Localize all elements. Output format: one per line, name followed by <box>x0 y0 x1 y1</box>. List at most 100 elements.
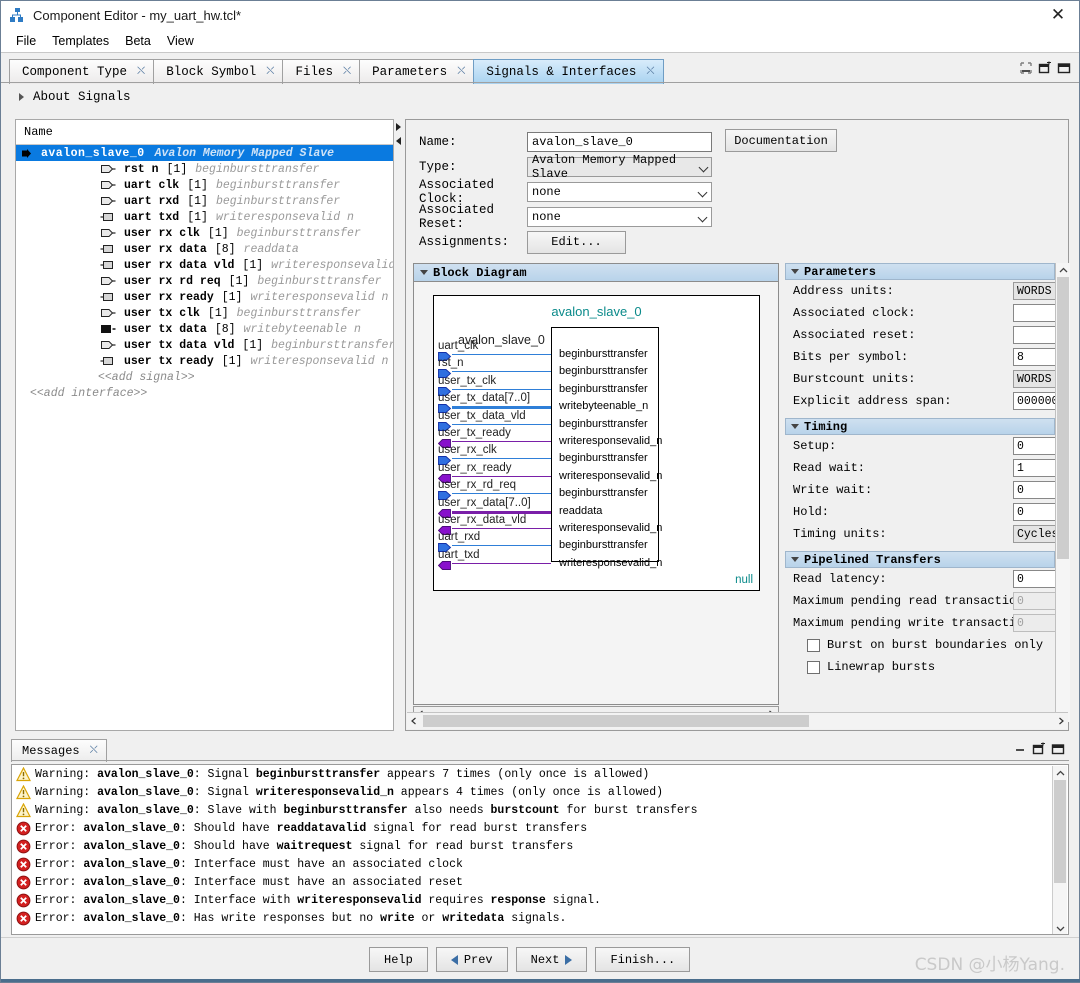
splitter-collapse-right-icon[interactable] <box>396 123 401 131</box>
parameter-value[interactable] <box>1013 326 1055 344</box>
tree-row-signal[interactable]: user rx ready [1] writeresponsevalid n <box>16 289 393 305</box>
tree-row-signal[interactable]: user rx clk [1] beginbursttransfer <box>16 225 393 241</box>
tree-row-interface-avalon-slave-0[interactable]: avalon_slave_0 Avalon Memory Mapped Slav… <box>16 145 393 161</box>
add-signal-link[interactable]: <<add signal>> <box>16 369 393 385</box>
tab-close-icon[interactable]: ⛌ <box>266 66 274 78</box>
message-row[interactable]: Error: avalon_slave_0: Interface must ha… <box>12 873 1068 891</box>
tree-row-signal[interactable]: user tx ready [1] writeresponsevalid n <box>16 353 393 369</box>
parameter-value[interactable] <box>1013 304 1055 322</box>
block-port-role-label: beginbursttransfer <box>559 452 648 465</box>
timing-section-header[interactable]: Timing <box>785 418 1055 435</box>
menu-templates[interactable]: Templates <box>44 32 117 50</box>
float-panel-icon[interactable] <box>1032 742 1046 756</box>
tab-close-icon[interactable]: ⛌ <box>90 745 98 757</box>
tab-label: Block Symbol <box>166 65 257 79</box>
timing-value[interactable]: Cycles <box>1013 525 1055 543</box>
messages-vscrollbar[interactable] <box>1052 766 1067 934</box>
pipelined-checkbox-row[interactable]: Linewrap bursts <box>785 656 1055 678</box>
message-row[interactable]: Warning: avalon_slave_0: Signal writeres… <box>12 783 1068 801</box>
pipelined-value[interactable]: 0 <box>1013 570 1055 588</box>
parameters-section-header[interactable]: Parameters <box>785 263 1055 280</box>
tree-row-signal[interactable]: user tx data [8] writebyteenable n <box>16 321 393 337</box>
scroll-right-icon[interactable] <box>1057 714 1065 728</box>
help-button[interactable]: Help <box>369 947 428 972</box>
associated-reset-select[interactable]: none <box>527 207 712 227</box>
tree-row-signal[interactable]: user tx clk [1] beginbursttransfer <box>16 305 393 321</box>
message-row[interactable]: Error: avalon_slave_0: Has write respons… <box>12 909 1068 927</box>
scrollbar-thumb[interactable] <box>423 715 809 727</box>
tab-close-icon[interactable]: ⛌ <box>343 66 351 78</box>
add-interface-link[interactable]: <<add interface>> <box>16 385 393 401</box>
maximize-panel-icon[interactable] <box>1057 61 1071 75</box>
message-row[interactable]: Warning: avalon_slave_0: Signal beginbur… <box>12 765 1068 783</box>
assignments-edit-button[interactable]: Edit... <box>527 230 626 254</box>
block-diagram-section-header[interactable]: Block Diagram <box>414 264 778 282</box>
timing-value[interactable]: 0 <box>1013 437 1055 455</box>
tree-row-signal[interactable]: user tx data vld [1] beginbursttransfer <box>16 337 393 353</box>
parameter-value[interactable]: WORDS <box>1013 282 1055 300</box>
scroll-down-icon[interactable] <box>1053 921 1067 934</box>
scroll-up-icon[interactable] <box>1053 766 1067 780</box>
menu-file[interactable]: File <box>8 32 44 50</box>
tab-signals-and-interfaces[interactable]: Signals & Interfaces ⛌ <box>473 59 664 84</box>
tab-parameters[interactable]: Parameters ⛌ <box>359 59 475 84</box>
prev-button[interactable]: Prev <box>435 947 508 972</box>
parameter-value[interactable]: 8 <box>1013 348 1055 366</box>
tree-row-signal[interactable]: uart rxd [1] beginbursttransfer <box>16 193 393 209</box>
tree-row-signal[interactable]: uart clk [1] beginbursttransfer <box>16 177 393 193</box>
pane-splitter[interactable] <box>394 119 405 731</box>
parameter-value[interactable]: 000000 <box>1013 392 1055 410</box>
tab-close-icon[interactable]: ⛌ <box>457 66 465 78</box>
interface-name-input[interactable]: avalon_slave_0 <box>527 132 712 152</box>
tab-component-type[interactable]: Component Type ⛌ <box>9 59 155 84</box>
splitter-collapse-left-icon[interactable] <box>396 137 401 145</box>
documentation-button[interactable]: Documentation <box>725 129 837 152</box>
scrollbar-thumb[interactable] <box>1054 780 1066 883</box>
block-diagram-canvas: avalon_slave_0 avalon_slave_0 uart_clk be… <box>433 295 760 591</box>
interface-expanded-icon[interactable] <box>22 148 35 158</box>
message-row[interactable]: Error: avalon_slave_0: Should have waitr… <box>12 837 1068 855</box>
minimize-panel-icon[interactable] <box>1019 61 1033 75</box>
message-row[interactable]: Warning: avalon_slave_0: Slave with begi… <box>12 801 1068 819</box>
tree-row-signal[interactable]: rst n [1] beginbursttransfer <box>16 161 393 177</box>
checkbox-icon[interactable] <box>807 660 820 674</box>
messages-tab[interactable]: Messages ⛌ <box>11 739 107 762</box>
detail-panel-hscrollbar[interactable] <box>407 712 1068 729</box>
tab-close-icon[interactable]: ⛌ <box>137 66 145 78</box>
timing-value[interactable]: 0 <box>1013 481 1055 499</box>
float-panel-icon[interactable] <box>1038 61 1052 75</box>
maximize-panel-icon[interactable] <box>1051 742 1065 756</box>
associated-clock-select[interactable]: none <box>527 182 712 202</box>
menu-view[interactable]: View <box>159 32 202 50</box>
scroll-up-icon[interactable] <box>1056 263 1070 277</box>
interface-type-select[interactable]: Avalon Memory Mapped Slave <box>527 153 712 181</box>
tree-row-signal[interactable]: user rx rd req [1] beginbursttransfer <box>16 273 393 289</box>
about-signals-section[interactable]: About Signals <box>9 86 1069 108</box>
message-row[interactable]: Error: avalon_slave_0: Interface must ha… <box>12 855 1068 873</box>
menu-beta[interactable]: Beta <box>117 32 159 50</box>
signal-role: writeresponsevalid n <box>250 354 389 368</box>
pipelined-section-header[interactable]: Pipelined Transfers <box>785 551 1055 568</box>
tree-row-signal[interactable]: user rx data [8] readdata <box>16 241 393 257</box>
parameter-value[interactable]: WORDS <box>1013 370 1055 388</box>
scroll-left-icon[interactable] <box>410 714 418 728</box>
tab-block-symbol[interactable]: Block Symbol ⛌ <box>153 59 284 84</box>
tree-row-signal[interactable]: user rx data vld [1] writeresponsevalid n <box>16 257 393 273</box>
parameters-vscrollbar[interactable] <box>1055 263 1070 722</box>
finish-button[interactable]: Finish... <box>595 947 691 972</box>
timing-value[interactable]: 0 <box>1013 503 1055 521</box>
message-row[interactable]: Error: avalon_slave_0: Interface with wr… <box>12 891 1068 909</box>
tab-files[interactable]: Files ⛌ <box>282 59 361 84</box>
minimize-panel-icon[interactable] <box>1013 742 1027 756</box>
checkbox-icon[interactable] <box>807 638 820 652</box>
signal-width: [1] <box>166 162 188 176</box>
timing-value[interactable]: 1 <box>1013 459 1055 477</box>
next-button[interactable]: Next <box>515 947 588 972</box>
close-icon[interactable]: ✕ <box>1047 5 1069 25</box>
signal-input-icon <box>100 164 116 174</box>
tab-close-icon[interactable]: ⛌ <box>646 66 654 78</box>
message-row[interactable]: Error: avalon_slave_0: Should have readd… <box>12 819 1068 837</box>
pipelined-checkbox-row[interactable]: Burst on burst boundaries only <box>785 634 1055 656</box>
tree-row-signal[interactable]: uart txd [1] writeresponsevalid n <box>16 209 393 225</box>
scrollbar-thumb[interactable] <box>1057 277 1069 559</box>
